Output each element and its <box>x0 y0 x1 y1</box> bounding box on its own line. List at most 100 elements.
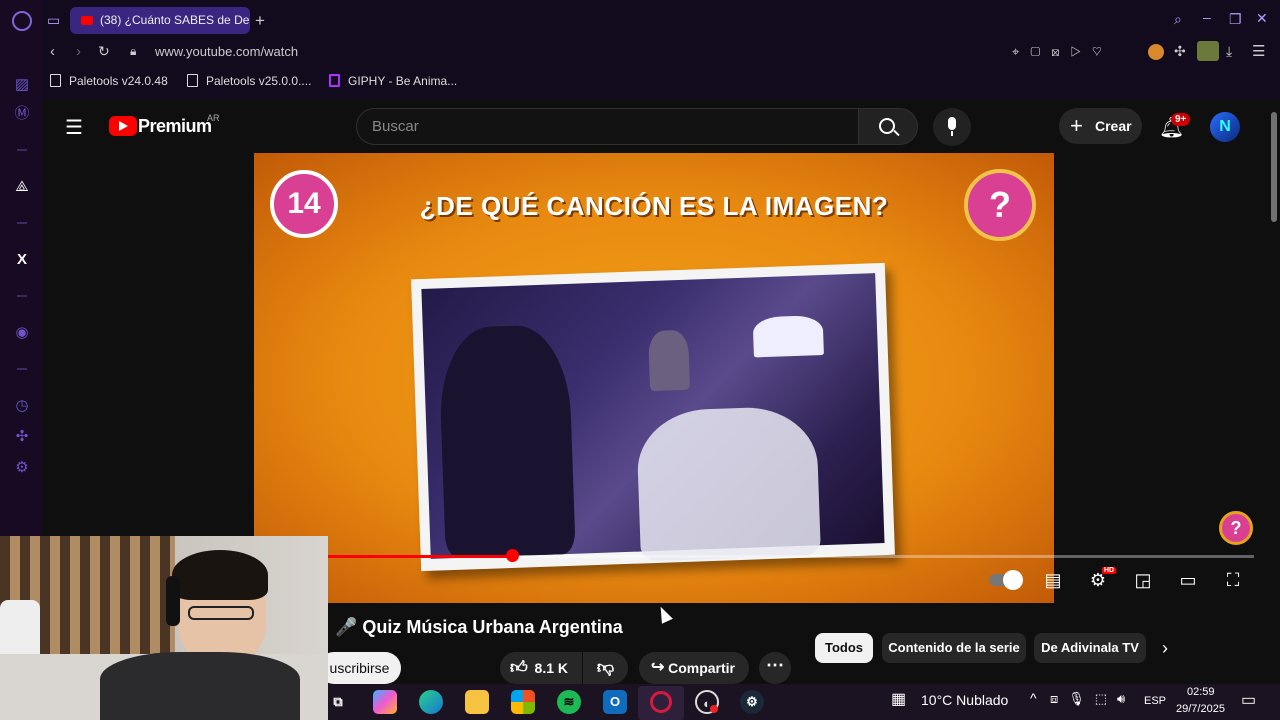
edge-icon[interactable] <box>419 690 443 714</box>
task-view-icon[interactable]: ⧉ <box>326 690 350 714</box>
download-icon[interactable]: ⤓ <box>1226 43 1232 60</box>
chip-all[interactable]: Todos <box>815 633 873 663</box>
bookmark-giphy[interactable]: GIPHY - Be Anima... <box>329 74 457 88</box>
person-left <box>437 323 576 559</box>
play-triangle-icon <box>119 121 128 131</box>
share-label: Compartir <box>668 660 735 676</box>
page-icon <box>187 74 198 87</box>
like-count: 8.1 K <box>534 660 568 676</box>
opera-logo-icon[interactable] <box>12 11 32 31</box>
outlook-icon[interactable]: O <box>603 690 627 714</box>
file-explorer-icon[interactable] <box>465 690 489 714</box>
clock-date[interactable]: 29/7/2025 <box>1176 703 1225 715</box>
easy-setup-icon[interactable]: ▨ <box>11 74 33 96</box>
opera-gx-active-icon[interactable] <box>638 686 684 720</box>
end-screen-question-icon[interactable]: ? <box>1219 511 1253 545</box>
copilot-icon[interactable] <box>373 690 397 714</box>
search-icon <box>879 118 895 134</box>
history-icon[interactable]: ◷ <box>11 395 33 417</box>
share-icon: ↪ <box>651 659 665 676</box>
subscribe-button[interactable]: uscribirse <box>318 652 401 684</box>
sidebar-divider <box>17 368 27 370</box>
fullscreen-icon[interactable]: ⛶ <box>1221 570 1245 592</box>
snapshot-icon[interactable]: ▢ <box>1030 44 1051 59</box>
search-tabs-icon[interactable]: ⌕ <box>1174 11 1182 28</box>
forward-icon[interactable]: › <box>76 43 81 60</box>
url-field[interactable]: www.youtube.com/watch <box>155 44 298 59</box>
notification-center-icon[interactable]: ▭ <box>1241 690 1256 710</box>
theater-mode-icon[interactable]: ▭ <box>1176 570 1200 592</box>
toolbar-icons: ⌖▢⊠▷♡ <box>1012 44 1113 60</box>
steam-icon[interactable]: ⚙ <box>740 690 764 714</box>
new-tab-button[interactable]: + <box>255 11 265 31</box>
dislike-button[interactable]: 👎︎ <box>583 652 628 684</box>
chip-channel[interactable]: De Adivinala TV <box>1034 633 1146 663</box>
video-player[interactable]: 14 ¿DE QUÉ CANCIÓN ES LA IMAGEN? ? <box>254 153 1054 603</box>
headset <box>166 576 180 626</box>
person-center <box>635 405 821 562</box>
x-icon[interactable]: X <box>11 249 33 271</box>
play-icon[interactable]: ▷ <box>1071 44 1092 59</box>
clock-time[interactable]: 02:59 <box>1187 686 1215 698</box>
bookmark-paletools-25[interactable]: Paletools v25.0.0.... <box>187 74 311 88</box>
close-window-icon[interactable]: ✕ <box>1256 10 1268 27</box>
sidebar-divider <box>17 222 27 224</box>
profile-avatar[interactable] <box>1148 44 1164 60</box>
aria-icon[interactable]: ⟁ <box>11 176 33 198</box>
mic-icon-stand <box>951 131 953 136</box>
like-button[interactable]: 👍︎ 8.1 K <box>500 652 582 684</box>
progress-scrubber[interactable] <box>506 549 519 562</box>
person-back <box>647 329 691 392</box>
settings-icon[interactable]: ⚙ <box>11 457 33 479</box>
more-actions-button[interactable]: ⋯ <box>759 652 791 684</box>
hamburger-menu-icon[interactable]: ☰ <box>65 115 83 140</box>
maximize-icon[interactable]: ❐ <box>1229 11 1242 28</box>
share-button[interactable]: ↪ Compartir <box>639 652 749 684</box>
back-icon[interactable]: ‹ <box>50 43 55 60</box>
reload-icon[interactable]: ↻ <box>98 43 110 60</box>
sidebar-divider <box>17 295 27 297</box>
heart-icon[interactable]: ♡ <box>1092 44 1113 59</box>
tab-youtube[interactable]: (38) ¿Cuánto SABES de De <box>70 7 250 34</box>
giphy-icon <box>329 74 340 87</box>
tray-icons[interactable]: ⧈🎙︎⬚🔊︎ <box>1050 691 1135 707</box>
ms-store-icon[interactable] <box>511 690 535 714</box>
pin-icon[interactable]: ⌖ <box>1012 44 1030 59</box>
quiz-photo <box>411 262 895 572</box>
weather-text[interactable]: 10°C Nublado <box>921 692 1008 708</box>
obs-recording-dot <box>710 705 718 713</box>
voice-search-button[interactable] <box>933 108 971 146</box>
weather-icon[interactable]: ▦ <box>891 689 906 709</box>
search-button[interactable] <box>858 108 918 145</box>
menu-icon[interactable]: ☰ <box>1252 42 1265 60</box>
logo-text: Premium <box>138 116 212 136</box>
minimize-icon[interactable]: – <box>1203 9 1211 25</box>
messenger-icon[interactable]: Ⓜ <box>11 103 33 125</box>
miniplayer-icon[interactable]: ◲ <box>1131 570 1155 592</box>
youtube-logo[interactable] <box>109 116 137 136</box>
tab-islands-icon[interactable]: ▭ <box>47 12 60 29</box>
adblock-icon[interactable]: ⊠ <box>1051 44 1070 59</box>
chips-next-icon[interactable]: › <box>1162 638 1168 659</box>
tray-overflow-icon[interactable]: ^ <box>1030 690 1037 706</box>
tab-title: (38) ¿Cuánto SABES de De <box>100 13 250 27</box>
autoplay-toggle[interactable] <box>989 570 1023 590</box>
bookmark-paletools-24[interactable]: Paletools v24.0.48 <box>50 74 168 88</box>
video-question-text: ¿DE QUÉ CANCIÓN ES LA IMAGEN? <box>419 191 889 221</box>
spotify-icon[interactable]: ≋ <box>557 690 581 714</box>
create-button[interactable]: + Crear <box>1059 108 1142 144</box>
autoplay-knob <box>1003 570 1023 590</box>
page-scrollbar[interactable] <box>1268 100 1280 684</box>
scrollbar-thumb[interactable] <box>1271 112 1277 222</box>
language-indicator[interactable]: ESP <box>1144 695 1166 707</box>
lock-icon[interactable]: 🔒︎ <box>130 44 136 59</box>
create-label: Crear <box>1095 118 1132 134</box>
search-input[interactable]: Buscar <box>356 108 859 145</box>
player-icon[interactable]: ◉ <box>11 322 33 344</box>
extensions-icon[interactable]: ✣ <box>11 426 33 448</box>
subtitles-icon[interactable]: ▤ <box>1041 570 1065 592</box>
extension-avatar[interactable] <box>1197 41 1219 61</box>
user-avatar[interactable]: N <box>1210 112 1240 142</box>
extensions-puzzle-icon[interactable]: ✣ <box>1174 43 1186 60</box>
chip-series-content[interactable]: Contenido de la serie <box>882 633 1026 663</box>
